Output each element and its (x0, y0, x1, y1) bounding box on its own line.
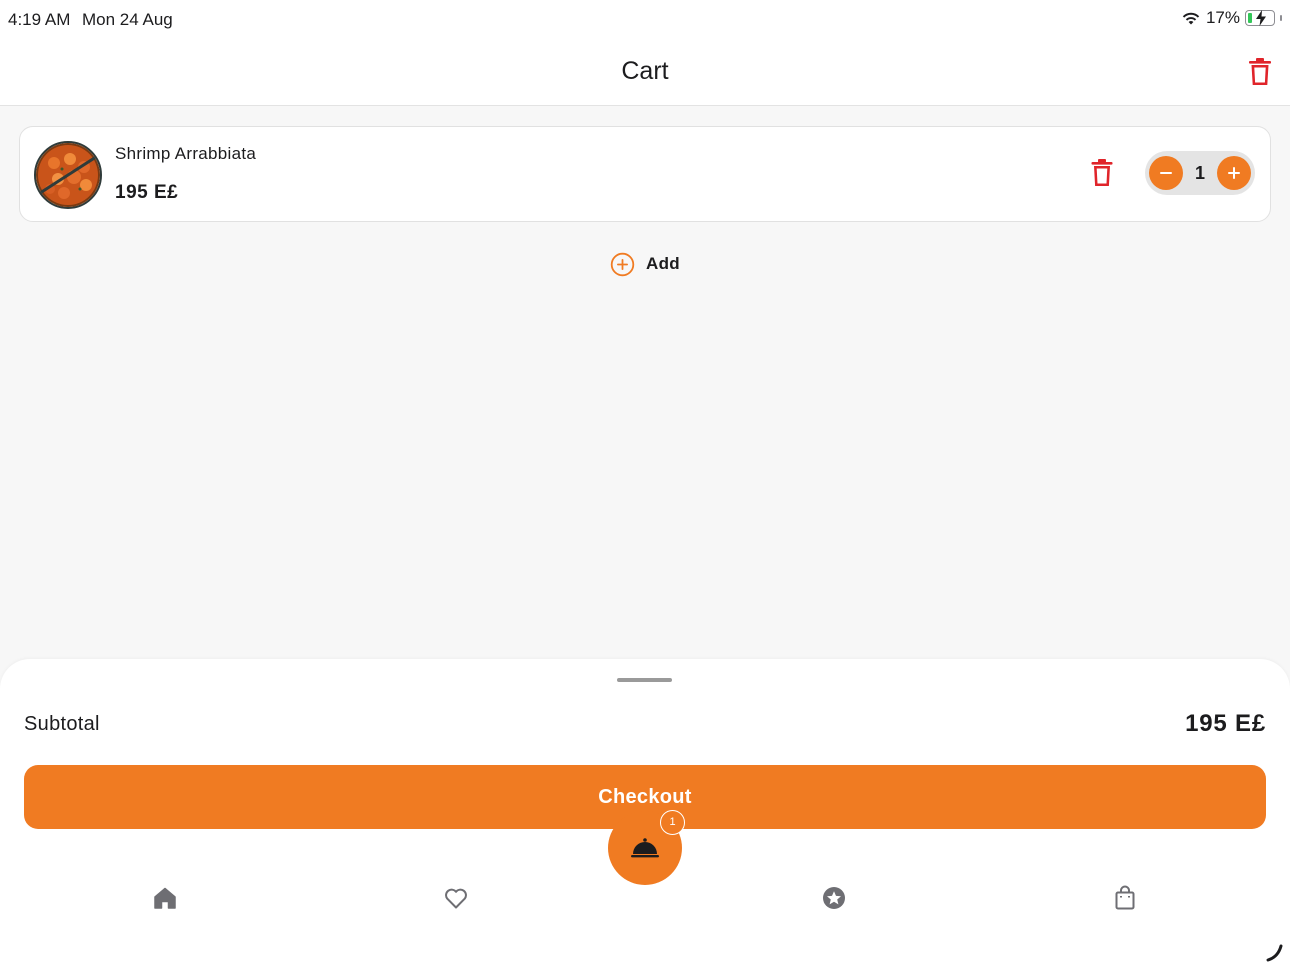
shopping-bag-icon[interactable] (1111, 884, 1139, 912)
sheet-drag-handle[interactable] (617, 678, 672, 682)
battery-icon (1245, 10, 1275, 26)
wifi-icon (1182, 12, 1200, 25)
status-indicators: 17% (1181, 8, 1282, 28)
cloche-icon (631, 838, 659, 858)
increase-quantity-button[interactable] (1216, 156, 1251, 190)
add-item-button[interactable]: Add (610, 251, 680, 277)
quantity-value: 1 (1194, 162, 1205, 183)
star-badge-icon[interactable] (820, 884, 848, 912)
plus-icon (1227, 167, 1240, 179)
cart-item: Shrimp Arrabbiata 195 E£ 1 (19, 126, 1271, 222)
nav-bar: Cart (0, 40, 1290, 106)
subtotal-label: Subtotal (24, 713, 100, 735)
status-time: 4:19 AM (8, 10, 71, 29)
page-title: Cart (621, 57, 669, 85)
plus-circle-icon (610, 252, 635, 276)
add-label: Add (646, 254, 680, 273)
status-date: Mon 24 Aug (82, 10, 173, 29)
battery-fill (1248, 13, 1252, 23)
home-icon[interactable] (151, 884, 179, 912)
heart-icon[interactable] (442, 884, 470, 912)
quantity-stepper: 1 (1145, 151, 1255, 195)
clear-cart-trash-icon[interactable] (1248, 58, 1272, 86)
item-price: 195 E£ (115, 182, 179, 203)
status-bar: 4:19 AM Mon 24 Aug 17% (0, 0, 1290, 40)
resize-corner-icon (1266, 944, 1283, 962)
subtotal-value: 195 E£ (1185, 710, 1266, 737)
charging-bolt-icon (1256, 10, 1266, 26)
battery-percent: 17% (1205, 8, 1240, 27)
remove-item-trash-icon[interactable] (1091, 159, 1113, 187)
minus-icon (1160, 172, 1172, 174)
item-image (34, 141, 102, 209)
item-name: Shrimp Arrabbiata (115, 144, 257, 163)
decrease-quantity-button[interactable] (1149, 156, 1183, 190)
battery-cap (1280, 15, 1282, 21)
cart-count-badge: 1 (660, 810, 685, 835)
